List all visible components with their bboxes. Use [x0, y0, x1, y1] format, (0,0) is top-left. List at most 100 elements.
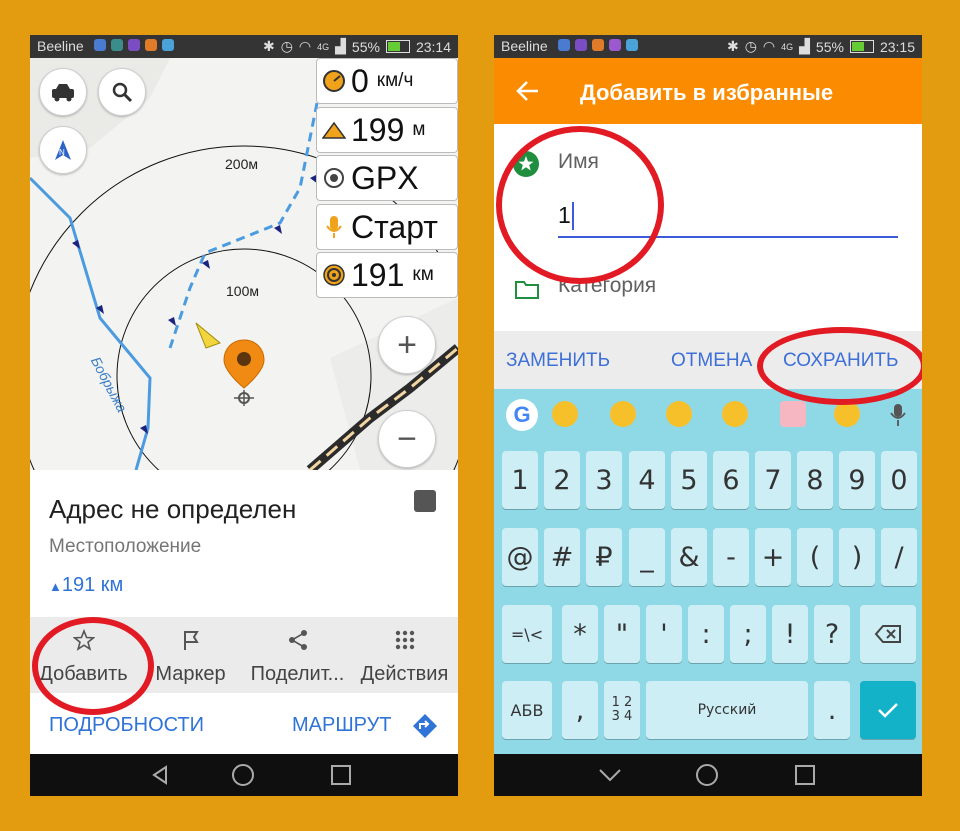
key-underscore[interactable]: _ — [629, 528, 665, 586]
done-key[interactable] — [860, 681, 916, 739]
distance-widget[interactable]: 191 км — [316, 252, 458, 298]
emoji-thumbsup-icon[interactable] — [780, 401, 806, 427]
emoji-tongue-icon[interactable] — [610, 401, 636, 427]
key-close-paren[interactable]: ) — [839, 528, 875, 586]
gpx-widget[interactable]: GPX — [316, 155, 458, 201]
key-at[interactable]: @ — [502, 528, 538, 586]
address-title: Адрес не определен — [49, 494, 297, 524]
compass-button[interactable]: N — [39, 126, 87, 174]
space-key[interactable]: Русский — [646, 681, 808, 739]
microphone-icon — [321, 215, 347, 239]
battery-icon — [849, 40, 874, 53]
signal-icon: ▟ — [799, 38, 810, 54]
back-icon — [152, 765, 167, 785]
microphone-icon[interactable] — [890, 403, 906, 427]
status-right: ✱ ◷ ◠ 4G ▟ 55% 23:14 — [263, 38, 451, 55]
key-5[interactable]: 5 — [671, 451, 707, 509]
direction-arrow-icon: ▲ — [49, 579, 62, 594]
backspace-icon — [874, 625, 901, 643]
emoji-smile-icon[interactable] — [666, 401, 692, 427]
emoji-kiss-icon[interactable] — [552, 401, 578, 427]
key-single-quote[interactable]: ' — [646, 605, 682, 663]
map-pin-icon[interactable] — [414, 490, 436, 512]
share-button[interactable]: Поделит... — [244, 617, 351, 693]
keyboard: G 1 2 3 4 5 6 7 8 9 0 @ # ₽ _ & - + ( ) … — [494, 389, 922, 754]
key-comma[interactable]: , — [562, 681, 598, 739]
key-double-quote[interactable]: " — [604, 605, 640, 663]
key-plus[interactable]: + — [755, 528, 791, 586]
app-icon — [145, 39, 157, 51]
altitude-unit: м — [412, 119, 426, 140]
battery-percent: 55% — [815, 38, 844, 55]
distance-unit: км — [412, 264, 434, 285]
key-question[interactable]: ? — [814, 605, 850, 663]
voice-widget[interactable]: Старт — [316, 204, 458, 250]
back-arrow-icon[interactable] — [516, 80, 540, 102]
route-icon[interactable] — [412, 713, 438, 739]
key-slash[interactable]: / — [881, 528, 917, 586]
key-ruble[interactable]: ₽ — [586, 528, 622, 586]
backspace-key[interactable] — [860, 605, 916, 663]
mountain-icon — [321, 121, 347, 139]
alarm-icon: ◷ — [280, 38, 293, 54]
key-3[interactable]: 3 — [586, 451, 622, 509]
navigation-arrow-icon — [195, 322, 221, 349]
key-9[interactable]: 9 — [839, 451, 875, 509]
key-minus[interactable]: - — [713, 528, 749, 586]
gpx-label: GPX — [351, 159, 419, 196]
battery-icon — [385, 40, 410, 53]
compass-icon: N — [55, 140, 71, 160]
google-icon[interactable]: G — [506, 399, 538, 431]
altitude-widget[interactable]: 199 м — [316, 107, 458, 153]
key-exclamation[interactable]: ! — [772, 605, 808, 663]
details-button[interactable]: ПОДРОБНОСТИ — [49, 714, 204, 737]
key-abc[interactable]: АБВ — [502, 681, 552, 739]
replace-button[interactable]: ЗАМЕНИТЬ — [506, 350, 610, 372]
phone-screen-map: Beeline ✱ ◷ ◠ 4G ▟ 55% 23:14 200м 100м Б… — [30, 35, 458, 796]
signal-icon: ▟ — [335, 38, 346, 54]
scale-label-outer: 200м — [225, 156, 258, 172]
key-7[interactable]: 7 — [755, 451, 791, 509]
zoom-out-button[interactable]: − — [378, 410, 436, 468]
system-nav-bar — [494, 754, 922, 796]
altitude-value: 199 — [351, 111, 405, 148]
location-pin-icon[interactable] — [220, 338, 268, 418]
folder-icon — [515, 281, 539, 299]
key-ampersand[interactable]: & — [671, 528, 707, 586]
checkmark-icon — [878, 703, 898, 718]
alarm-icon: ◷ — [744, 38, 757, 54]
key-2[interactable]: 2 — [544, 451, 580, 509]
key-1[interactable]: 1 — [502, 451, 538, 509]
key-8[interactable]: 8 — [797, 451, 833, 509]
key-symbols[interactable]: =\< — [502, 605, 552, 663]
key-numpad[interactable]: 1 2 3 4 — [604, 681, 640, 739]
key-semicolon[interactable]: ; — [730, 605, 766, 663]
key-open-paren[interactable]: ( — [797, 528, 833, 586]
emoji-wink-icon[interactable] — [722, 401, 748, 427]
key-period[interactable]: . — [814, 681, 850, 739]
svg-text:N: N — [59, 148, 65, 157]
flag-icon — [137, 629, 244, 651]
zoom-in-button[interactable]: + — [378, 316, 436, 374]
message-icon — [626, 39, 638, 51]
hide-keyboard-icon — [599, 769, 621, 782]
key-asterisk[interactable]: * — [562, 605, 598, 663]
speed-widget[interactable]: 0 км/ч — [316, 58, 458, 104]
key-6[interactable]: 6 — [713, 451, 749, 509]
search-icon — [112, 82, 133, 103]
search-button[interactable] — [98, 68, 146, 116]
app-icon — [609, 39, 621, 51]
map-view[interactable]: 200м 100м Бобрыжа N 0 км/ч 199 м GPX Ста… — [30, 58, 458, 607]
carrier-name: Beeline — [501, 38, 548, 54]
key-0[interactable]: 0 — [881, 451, 917, 509]
key-hash[interactable]: # — [544, 528, 580, 586]
key-4[interactable]: 4 — [629, 451, 665, 509]
recents-icon — [331, 765, 351, 785]
actions-button[interactable]: Действия — [351, 617, 458, 693]
marker-button[interactable]: Маркер — [137, 617, 244, 693]
key-colon[interactable]: : — [688, 605, 724, 663]
home-icon — [232, 764, 254, 786]
car-mode-button[interactable] — [39, 68, 87, 116]
route-button[interactable]: МАРШРУТ — [292, 714, 392, 737]
cancel-button[interactable]: ОТМЕНА — [671, 350, 752, 372]
